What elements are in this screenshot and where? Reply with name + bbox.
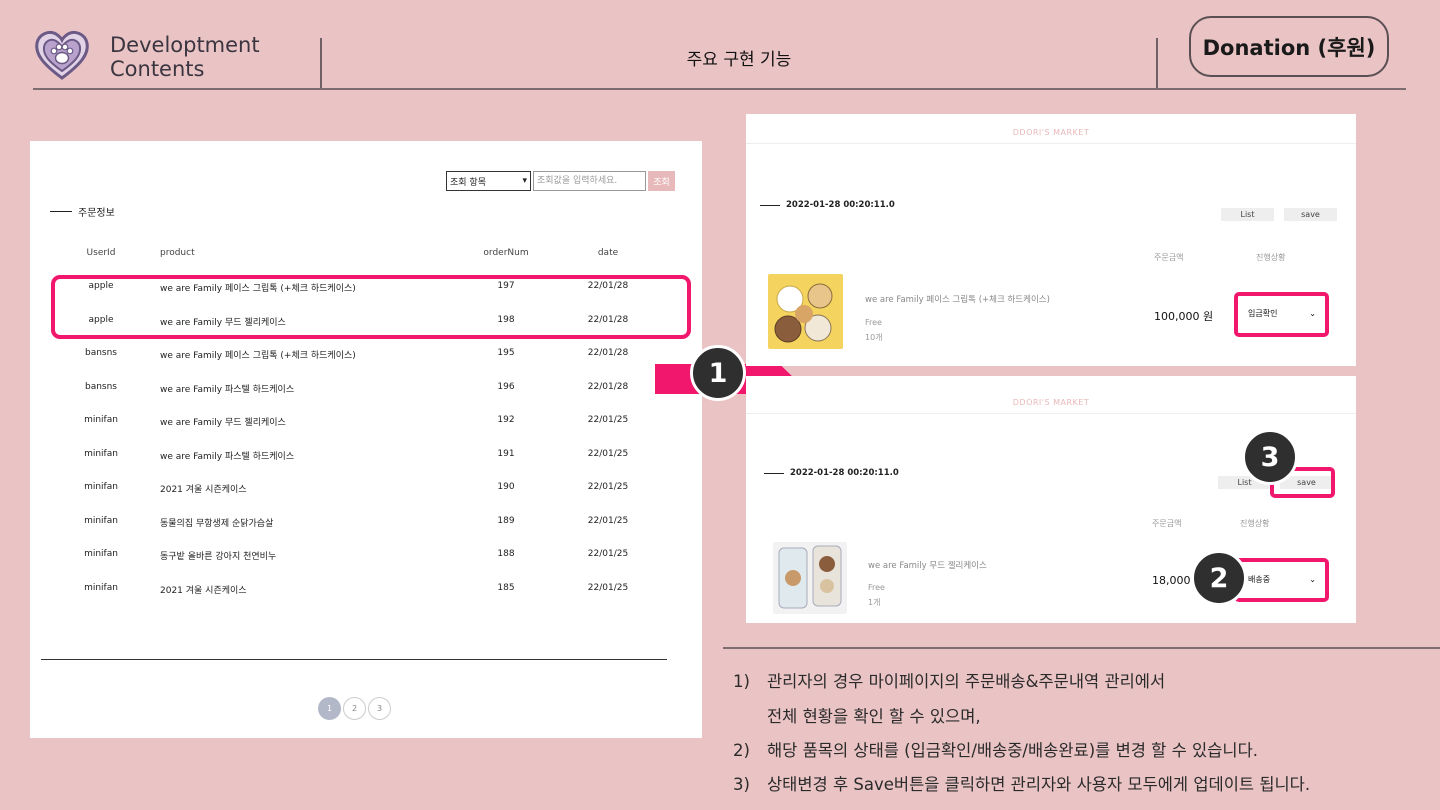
note-3: 3) 상태변경 후 Save버튼을 클릭하면 관리자와 사용자 모두에게 업데이트… [733,771,1310,795]
brand-line-2: Contents [110,57,205,81]
header-underline [33,88,1406,90]
market-title: DDORI'S MARKET [1012,128,1090,137]
section-title: 주문정보 [50,204,115,219]
cell-userid: bansns [84,381,117,392]
note-text: 해당 품목의 상태를 (입금확인/배송중/배송완료)를 변경 할 수 있습니다. [767,741,1258,760]
highlight-box-apple-orders [51,275,691,339]
page-button-1[interactable]: 1 [318,697,341,720]
pagination: 1 2 3 [318,697,391,720]
cell-ordernum: 191 [497,448,515,459]
cell-product: 2021 겨울 시즌케이스 [160,585,247,596]
column-header-status: 진행상황 [1256,253,1286,262]
cell-date: 22/01/25 [587,515,629,526]
market-title: DDORI'S MARKET [1012,398,1090,407]
cell-ordernum: 196 [497,381,515,392]
cell-date: 22/01/25 [587,482,629,492]
page-button-2[interactable]: 2 [343,697,366,720]
cell-product: we are Family 무드 젤리케이스 [160,418,286,428]
cell-product: 2021 겨울 시즌케이스 [160,485,247,495]
order-amount: 18,000 [1152,574,1191,587]
brand-line-1: Developtment [110,33,260,57]
column-header-status: 진행상황 [1240,519,1270,528]
search-button[interactable]: 조회 [648,171,675,191]
search-select-value: 조회 항목 [450,177,486,188]
highlight-box-status-1 [1234,292,1329,337]
product-option: Free [868,583,885,592]
column-header-userid: UserId [86,248,116,258]
paw-heart-logo-icon [33,28,91,82]
cell-userid: minifan [84,448,118,459]
cell-ordernum: 185 [497,582,515,593]
highlight-box-status-2 [1234,558,1329,602]
cell-product: we are Family 파스텔 하드케이스 [160,451,295,462]
admin-order-panel: 조회 항목 ▾ 조회 주문정보 UserId product orderNum … [30,141,702,738]
header-divider-right [1156,38,1158,88]
product-image [773,542,847,614]
order-amount: 100,000 원 [1154,310,1214,323]
cell-date: 22/01/25 [587,549,629,559]
cell-userid: minifan [84,482,118,492]
cell-product: we are Family 페이스 그립톡 (+체크 하드케이스) [160,351,356,361]
note-number: 1) [733,672,750,691]
list-button[interactable]: List [1221,208,1274,221]
cell-userid: minifan [84,549,118,559]
cell-date: 22/01/25 [587,582,629,593]
notes-divider [723,647,1440,649]
cell-userid: bansns [84,348,117,358]
step-badge-3: 3 [1242,429,1298,485]
product-name: we are Family 무드 젤리케이스 [868,561,987,571]
step-badge-1: 1 [690,345,746,401]
donation-button[interactable]: Donation (후원) [1189,16,1389,77]
column-header-ordernum: orderNum [483,248,529,258]
search-input[interactable] [533,171,646,191]
brand-title: Developtment Contents [110,33,260,81]
table-bottom-divider [41,659,667,660]
order-timestamp: 2022-01-28 00:20:11.0 [764,468,899,478]
cell-userid: minifan [84,415,118,425]
cell-ordernum: 192 [497,415,515,425]
cell-ordernum: 189 [497,515,515,526]
order-timestamp: 2022-01-28 00:20:11.0 [760,200,895,210]
note-number: 3) [733,775,750,794]
cell-date: 22/01/28 [587,348,629,358]
cell-date: 22/01/25 [587,415,629,425]
note-1: 1) 관리자의 경우 마이페이지의 주문배송&주문내역 관리에서 [733,668,1165,692]
step-badge-2: 2 [1191,550,1247,606]
chevron-down-icon: ▾ [522,176,527,186]
product-option: Free [865,318,882,327]
page-button-3[interactable]: 3 [368,697,391,720]
product-quantity: 10개 [865,333,883,342]
column-header-date: date [597,248,619,258]
note-text: 관리자의 경우 마이페이지의 주문배송&주문내역 관리에서 [767,672,1166,691]
cell-userid: minifan [84,582,118,593]
cell-ordernum: 190 [497,482,515,492]
note-2: 2) 해당 품목의 상태를 (입금확인/배송중/배송완료)를 변경 할 수 있습니… [733,737,1258,761]
cell-product: 동물의집 무항생제 순닭가슴살 [160,518,274,529]
product-name: we are Family 페이스 그립톡 (+체크 하드케이스) [865,295,1050,305]
column-header-product: product [160,248,195,258]
market-divider [746,143,1356,144]
column-header-amount: 주문금액 [1154,253,1184,262]
note-text: 전체 현황을 확인 할 수 있으며, [767,707,981,726]
cell-product: 동구밭 올바른 강아지 천연비누 [160,552,277,562]
note-number: 2) [733,741,750,760]
page-title: 주요 구현 기능 [686,50,792,70]
cell-date: 22/01/28 [587,381,629,392]
cell-date: 22/01/25 [587,448,629,459]
cell-ordernum: 188 [497,549,515,559]
save-button[interactable]: save [1284,208,1337,221]
search-field-select[interactable]: 조회 항목 ▾ [446,171,531,191]
product-quantity: 1개 [868,598,881,607]
note-1-cont: 전체 현황을 확인 할 수 있으며, [733,703,981,727]
note-text: 상태변경 후 Save버튼을 클릭하면 관리자와 사용자 모두에게 업데이트 됩… [767,775,1311,794]
column-header-amount: 주문금액 [1152,519,1182,528]
product-image [768,274,843,349]
market-divider [746,413,1356,414]
cell-product: we are Family 파스텔 하드케이스 [160,384,295,395]
cell-userid: minifan [84,515,118,526]
cell-ordernum: 195 [497,348,515,358]
